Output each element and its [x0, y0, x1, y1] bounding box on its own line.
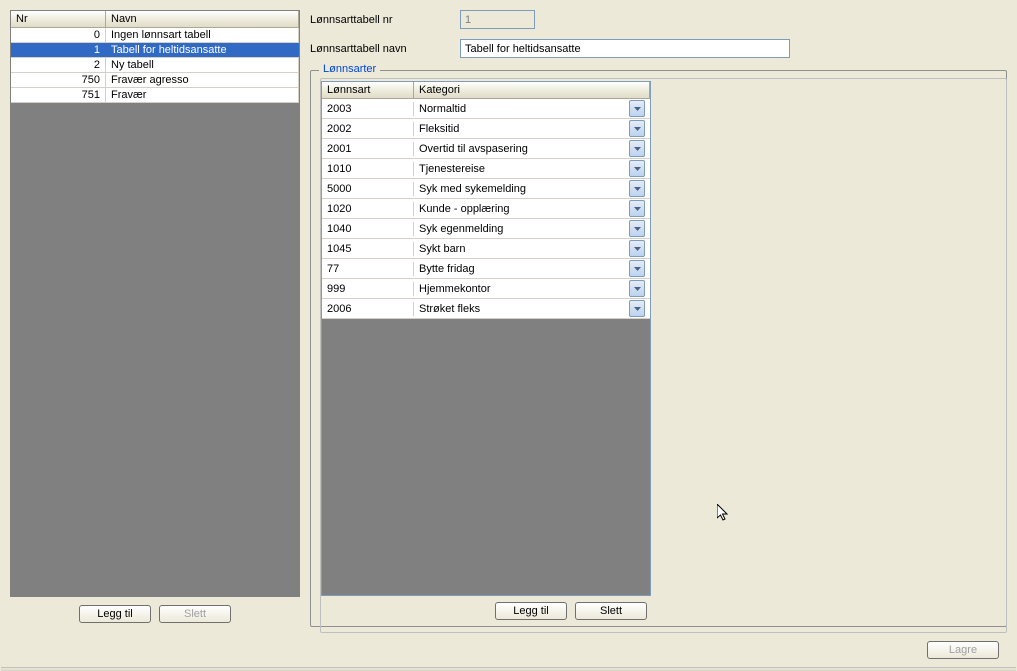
- kategori-text: Normaltid: [419, 103, 466, 115]
- kategori-text: Tjenestereise: [419, 163, 485, 175]
- cell-lonnsart: 77: [322, 262, 414, 276]
- chevron-down-icon[interactable]: [629, 220, 645, 237]
- cell-navn: Fravær: [106, 88, 299, 102]
- table-row[interactable]: 751Fravær: [11, 88, 299, 103]
- lonnsarter-button-row: Legg til Slett: [321, 596, 651, 622]
- cell-kategori: Strøket fleks: [414, 299, 650, 318]
- chevron-down-icon[interactable]: [629, 160, 645, 177]
- cell-navn: Ingen lønnsart tabell: [106, 28, 299, 42]
- chevron-down-icon[interactable]: [629, 180, 645, 197]
- table-row[interactable]: 1040 Syk egenmelding: [322, 219, 650, 239]
- lonnsarter-header: Lønnsart Kategori: [322, 82, 650, 99]
- chevron-down-icon[interactable]: [629, 240, 645, 257]
- cell-kategori: Kunde - opplæring: [414, 199, 650, 218]
- cell-navn: Fravær agresso: [106, 73, 299, 87]
- kategori-text: Kunde - opplæring: [419, 203, 510, 215]
- cell-nr: 750: [11, 73, 106, 87]
- table-row[interactable]: 750Fravær agresso: [11, 73, 299, 88]
- form-row-navn: Lønnsarttabell navn: [310, 39, 1007, 58]
- kategori-text: Overtid til avspasering: [419, 143, 528, 155]
- label-tabell-navn: Lønnsarttabell navn: [310, 43, 460, 55]
- cell-nr: 2: [11, 58, 106, 72]
- table-row[interactable]: 2006 Strøket fleks: [322, 299, 650, 319]
- right-panel: Lønnsarttabell nr Lønnsarttabell navn Lø…: [310, 10, 1007, 627]
- table-row[interactable]: 1Tabell for heltidsansatte: [11, 43, 299, 58]
- cell-lonnsart: 1010: [322, 162, 414, 176]
- table-row[interactable]: 2003 Normaltid: [322, 99, 650, 119]
- col-header-navn[interactable]: Navn: [106, 11, 299, 27]
- kategori-text: Syk egenmelding: [419, 223, 503, 235]
- cell-nr: 1: [11, 43, 106, 57]
- input-tabell-nr: [460, 10, 535, 29]
- kategori-text: Bytte fridag: [419, 263, 475, 275]
- chevron-down-icon[interactable]: [629, 260, 645, 277]
- kategori-text: Hjemmekontor: [419, 283, 491, 295]
- left-panel: Nr Navn 0Ingen lønnsart tabell1Tabell fo…: [10, 10, 300, 627]
- lonnsarter-grid[interactable]: Lønnsart Kategori 2003 Normaltid 2002 Fleks…: [321, 81, 651, 596]
- cell-lonnsart: 999: [322, 282, 414, 296]
- form-row-nr: Lønnsarttabell nr: [310, 10, 1007, 29]
- left-button-row: Legg til Slett: [10, 597, 300, 627]
- left-delete-button: Slett: [159, 605, 231, 623]
- cell-navn: Ny tabell: [106, 58, 299, 72]
- col-header-kategori[interactable]: Kategori: [414, 82, 650, 99]
- cell-nr: 751: [11, 88, 106, 102]
- status-bar: [1, 667, 1016, 671]
- chevron-down-icon[interactable]: [629, 120, 645, 137]
- table-row[interactable]: 1010 Tjenestereise: [322, 159, 650, 179]
- lonnsarter-delete-button[interactable]: Slett: [575, 602, 647, 620]
- table-row[interactable]: 77 Bytte fridag: [322, 259, 650, 279]
- cell-navn: Tabell for heltidsansatte: [106, 43, 299, 57]
- cell-nr: 0: [11, 28, 106, 42]
- col-header-lonnsart[interactable]: Lønnsart: [322, 82, 414, 99]
- cell-lonnsart: 2002: [322, 122, 414, 136]
- lonnsarter-fieldset: Lønnsarter Lønnsart Kategori 2003Normalt…: [310, 70, 1007, 627]
- cell-kategori: Tjenestereise: [414, 159, 650, 178]
- left-add-button[interactable]: Legg til: [79, 605, 151, 623]
- cell-lonnsart: 2003: [322, 102, 414, 116]
- table-row[interactable]: 1020 Kunde - opplæring: [322, 199, 650, 219]
- chevron-down-icon[interactable]: [629, 280, 645, 297]
- input-tabell-navn[interactable]: [460, 39, 790, 58]
- cell-kategori: Bytte fridag: [414, 259, 650, 278]
- kategori-text: Syk med sykemelding: [419, 183, 526, 195]
- table-row[interactable]: 999 Hjemmekontor: [322, 279, 650, 299]
- cell-lonnsart: 1045: [322, 242, 414, 256]
- cell-lonnsart: 1020: [322, 202, 414, 216]
- table-row[interactable]: 2Ny tabell: [11, 58, 299, 73]
- table-row[interactable]: 5000 Syk med sykemelding: [322, 179, 650, 199]
- chevron-down-icon[interactable]: [629, 100, 645, 117]
- cell-kategori: Normaltid: [414, 99, 650, 118]
- table-row[interactable]: 2001 Overtid til avspasering: [322, 139, 650, 159]
- cell-lonnsart: 2006: [322, 302, 414, 316]
- table-row[interactable]: 2002 Fleksitid: [322, 119, 650, 139]
- col-header-nr[interactable]: Nr: [11, 11, 106, 27]
- kategori-text: Strøket fleks: [419, 303, 480, 315]
- lonnsarter-add-button[interactable]: Legg til: [495, 602, 567, 620]
- cell-lonnsart: 1040: [322, 222, 414, 236]
- bottom-bar: Lagre: [0, 637, 1017, 671]
- table-row[interactable]: 1045 Sykt barn: [322, 239, 650, 259]
- kategori-text: Fleksitid: [419, 123, 459, 135]
- chevron-down-icon[interactable]: [629, 300, 645, 317]
- save-button: Lagre: [927, 641, 999, 659]
- table-row[interactable]: 0Ingen lønnsart tabell: [11, 28, 299, 43]
- chevron-down-icon[interactable]: [629, 200, 645, 217]
- cell-lonnsart: 5000: [322, 182, 414, 196]
- fieldset-legend: Lønnsarter: [319, 63, 380, 75]
- cell-kategori: Overtid til avspasering: [414, 139, 650, 158]
- cell-kategori: Hjemmekontor: [414, 279, 650, 298]
- cell-lonnsart: 2001: [322, 142, 414, 156]
- cell-kategori: Syk med sykemelding: [414, 179, 650, 198]
- cell-kategori: Fleksitid: [414, 119, 650, 138]
- chevron-down-icon[interactable]: [629, 140, 645, 157]
- cell-kategori: Syk egenmelding: [414, 219, 650, 238]
- table-list-header: Nr Navn: [11, 11, 299, 28]
- kategori-text: Sykt barn: [419, 243, 465, 255]
- cell-kategori: Sykt barn: [414, 239, 650, 258]
- table-list-grid[interactable]: Nr Navn 0Ingen lønnsart tabell1Tabell fo…: [10, 10, 300, 597]
- label-tabell-nr: Lønnsarttabell nr: [310, 14, 460, 26]
